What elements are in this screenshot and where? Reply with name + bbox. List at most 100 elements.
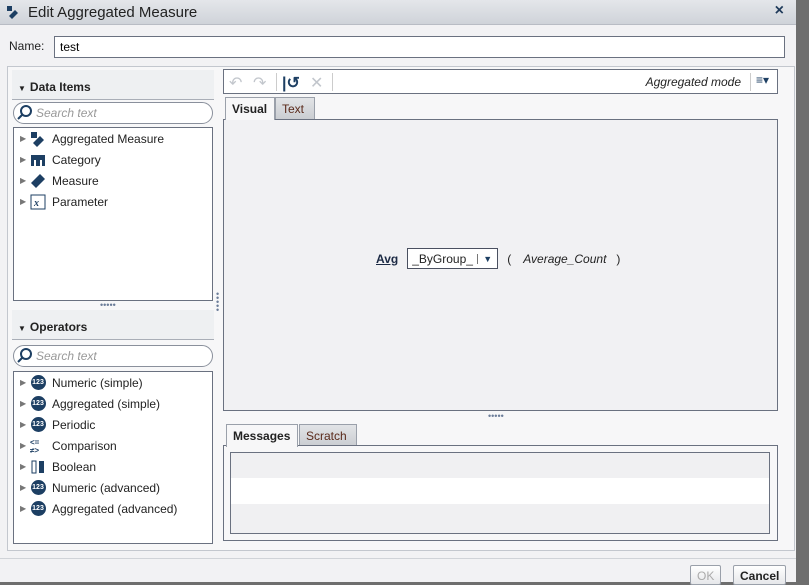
- boolean-icon: [30, 459, 46, 475]
- expand-icon[interactable]: ▶: [20, 155, 30, 164]
- item-label: Numeric (simple): [52, 375, 143, 390]
- list-item[interactable]: ▶ Aggregated Measure: [14, 128, 212, 149]
- list-item[interactable]: ▶ 123 Numeric (simple): [14, 372, 212, 393]
- divider: [0, 558, 796, 559]
- close-icon[interactable]: ×: [775, 2, 784, 20]
- svg-text:x: x: [33, 198, 39, 209]
- clear-icon[interactable]: ✕: [310, 73, 323, 93]
- edit-aggregated-measure-dialog: Edit Aggregated Measure × Name: ▼Data It…: [0, 0, 796, 585]
- list-item[interactable]: ▶ Boolean: [14, 456, 212, 477]
- item-label: Numeric (advanced): [52, 480, 161, 495]
- data-items-list: ▶ Aggregated Measure ▶ Category ▶ Measure ▶…: [13, 127, 213, 301]
- vertical-splitter-handle[interactable]: •••••: [216, 290, 220, 315]
- item-label: Boolean: [52, 459, 97, 474]
- group-dropdown[interactable]: _ByGroup_ ▼: [407, 248, 499, 269]
- ok-button[interactable]: OK: [690, 565, 722, 585]
- group-value: _ByGroup_: [412, 251, 473, 266]
- expand-icon[interactable]: ▶: [20, 176, 30, 185]
- operators-search[interactable]: Search text: [13, 345, 213, 367]
- expand-icon[interactable]: ▶: [20, 483, 30, 492]
- search-placeholder: Search text: [36, 349, 97, 363]
- divider: [750, 73, 751, 91]
- expand-icon[interactable]: ▶: [20, 399, 30, 408]
- menu-icon[interactable]: ≡▾: [756, 73, 769, 87]
- dialog-title: Edit Aggregated Measure: [28, 4, 198, 21]
- search-placeholder: Search text: [36, 106, 97, 120]
- chevron-down-icon: ▼: [477, 253, 497, 264]
- visual-editor: Avg _ByGroup_ ▼ ( Average_Count ): [223, 119, 778, 411]
- item-label: Parameter: [52, 194, 109, 209]
- list-item[interactable]: ▶ Category: [14, 149, 212, 170]
- operators-header[interactable]: ▼ Operators: [12, 310, 214, 340]
- tab-visual[interactable]: Visual: [225, 97, 275, 120]
- left-pane: ▼ Data Items Search text ▶ Aggregated Meas…: [12, 70, 214, 546]
- numeric-icon: 123: [30, 396, 46, 412]
- numeric-icon: 123: [30, 375, 46, 391]
- item-label: Comparison: [52, 438, 117, 453]
- redo-icon[interactable]: ↷: [253, 73, 266, 93]
- comparison-icon: <= ≠>: [30, 438, 46, 454]
- item-label: Aggregated Measure: [52, 131, 165, 146]
- close-paren: ): [616, 251, 621, 266]
- tab-scratch[interactable]: Scratch: [299, 424, 357, 447]
- title-bar: Edit Aggregated Measure ×: [0, 0, 796, 25]
- parameter-icon: x: [30, 194, 46, 210]
- numeric-icon: 123: [30, 501, 46, 517]
- splitter-handle[interactable]: •••••: [488, 412, 504, 421]
- aggregated-measure-icon: [30, 131, 46, 147]
- reset-icon[interactable]: |↺: [282, 73, 300, 93]
- name-label: Name:: [9, 39, 45, 53]
- tab-text[interactable]: Text: [275, 97, 315, 120]
- list-item[interactable]: ▶ x Parameter: [14, 191, 212, 212]
- expand-icon[interactable]: ▶: [20, 420, 30, 429]
- collapse-icon: ▼: [18, 324, 26, 333]
- messages-list: [230, 452, 770, 534]
- list-item[interactable]: ▶ 123 Periodic: [14, 414, 212, 435]
- numeric-icon: 123: [30, 417, 46, 433]
- expand-icon[interactable]: ▶: [20, 462, 30, 471]
- divider: [276, 73, 277, 91]
- list-item[interactable]: ▶ 123 Aggregated (simple): [14, 393, 212, 414]
- operators-list: ▶ 123 Numeric (simple) ▶ 123 Aggregated (sim…: [13, 371, 213, 544]
- category-icon: [30, 152, 46, 168]
- expand-icon[interactable]: ▶: [20, 134, 30, 143]
- item-label: Aggregated (advanced): [52, 501, 178, 516]
- cancel-button[interactable]: Cancel: [733, 565, 787, 585]
- data-items-header[interactable]: ▼ Data Items: [12, 70, 214, 100]
- search-icon: [17, 348, 32, 363]
- list-item[interactable]: ▶ 123 Numeric (advanced): [14, 477, 212, 498]
- item-label: Measure: [52, 173, 99, 188]
- argument[interactable]: Average_Count: [523, 252, 606, 266]
- aggregated-measure-icon: [7, 6, 18, 19]
- item-label: Periodic: [52, 417, 96, 432]
- list-item[interactable]: ▶ Measure: [14, 170, 212, 191]
- data-items-title: Data Items: [29, 80, 91, 94]
- operators-title: Operators: [29, 320, 88, 334]
- expand-icon[interactable]: ▶: [20, 378, 30, 387]
- divider: [332, 73, 333, 91]
- expand-icon[interactable]: ▶: [20, 504, 30, 513]
- editor-toolbar: ↶ ↷ |↺ ✕ Aggregated mode ≡▾: [223, 69, 778, 94]
- open-paren: (: [507, 251, 512, 266]
- messages-panel: [223, 445, 778, 541]
- data-items-search[interactable]: Search text: [13, 102, 213, 124]
- item-label: Aggregated (simple): [52, 396, 161, 411]
- expand-icon[interactable]: ▶: [20, 197, 30, 206]
- name-input[interactable]: [54, 36, 785, 58]
- expression: Avg _ByGroup_ ▼ ( Average_Count ): [376, 248, 620, 269]
- mode-label: Aggregated mode: [645, 75, 741, 89]
- list-item[interactable]: ▶ 123 Aggregated (advanced): [14, 498, 212, 519]
- splitter-handle[interactable]: •••••: [100, 301, 116, 310]
- measure-icon: [30, 173, 46, 189]
- tab-messages[interactable]: Messages: [226, 424, 298, 447]
- numeric-icon: 123: [30, 480, 46, 496]
- search-icon: [17, 105, 32, 120]
- message-row: [231, 478, 769, 504]
- svg-text:≠>: ≠>: [30, 446, 39, 454]
- undo-icon[interactable]: ↶: [229, 73, 242, 93]
- expand-icon[interactable]: ▶: [20, 441, 30, 450]
- item-label: Category: [52, 152, 101, 167]
- collapse-icon: ▼: [18, 84, 26, 93]
- function-link[interactable]: Avg: [376, 252, 398, 266]
- list-item[interactable]: ▶ <= ≠> Comparison: [14, 435, 212, 456]
